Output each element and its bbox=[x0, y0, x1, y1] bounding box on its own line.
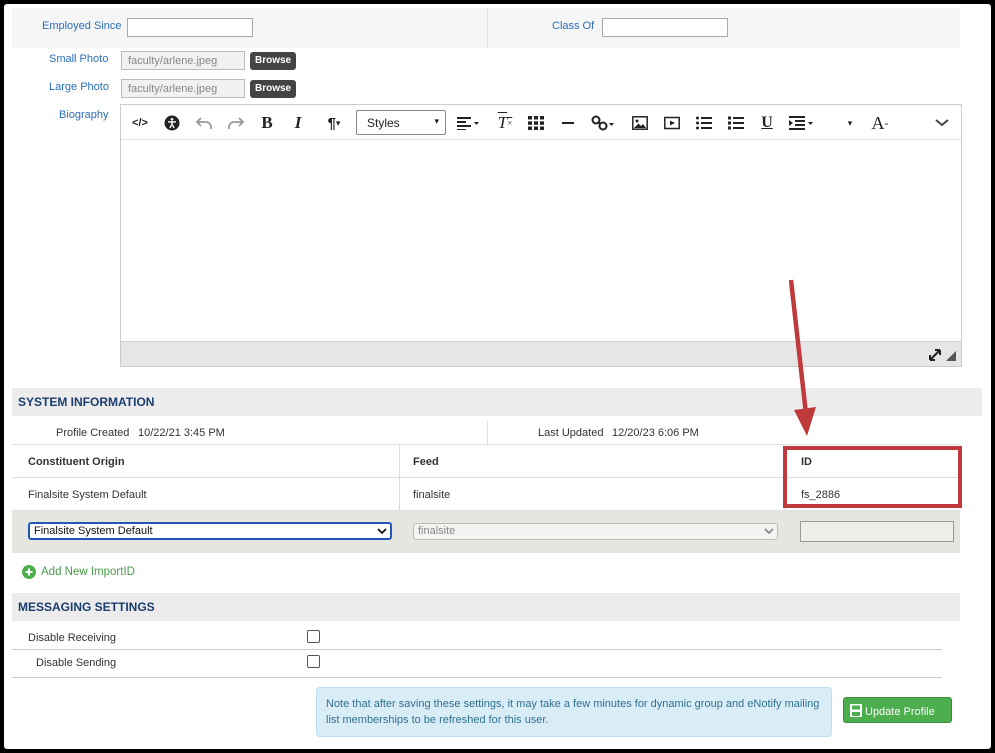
class-of-label: Class Of bbox=[552, 20, 595, 32]
bold-icon[interactable]: B bbox=[259, 113, 275, 132]
column-header-feed: Feed bbox=[413, 456, 439, 468]
chevron-down-icon bbox=[764, 524, 774, 542]
employed-since-label: Employed Since bbox=[42, 20, 122, 32]
align-icon[interactable] bbox=[457, 114, 481, 132]
annotation-arrow bbox=[788, 279, 816, 436]
chevron-down-icon bbox=[377, 524, 387, 542]
update-profile-label: Update Profile bbox=[865, 706, 935, 718]
source-code-icon[interactable]: </> bbox=[131, 114, 149, 132]
video-icon[interactable] bbox=[663, 114, 681, 132]
horizontal-rule-icon[interactable] bbox=[561, 114, 575, 132]
accessibility-icon[interactable] bbox=[163, 114, 181, 132]
editor-content-area[interactable] bbox=[121, 141, 961, 339]
save-icon bbox=[850, 704, 862, 721]
origin-select-value: Finalsite System Default bbox=[34, 525, 153, 537]
column-divider-1 bbox=[399, 445, 400, 511]
numbered-list-icon[interactable] bbox=[727, 114, 745, 132]
chevron-down-icon: ▾ bbox=[434, 116, 439, 126]
disable-sending-label: Disable Sending bbox=[36, 657, 117, 669]
resize-icon[interactable] bbox=[927, 348, 957, 365]
top-row-divider bbox=[487, 8, 488, 48]
undo-icon[interactable] bbox=[195, 114, 213, 132]
profile-form-window: Employed Since Class Of Small Photo facu… bbox=[4, 4, 991, 749]
link-icon[interactable] bbox=[591, 114, 617, 132]
bullet-list-icon[interactable] bbox=[695, 114, 713, 132]
class-of-input[interactable] bbox=[602, 18, 728, 37]
redo-icon[interactable] bbox=[227, 114, 245, 132]
clear-format-icon[interactable]: T × bbox=[497, 113, 513, 132]
italic-icon[interactable]: I bbox=[291, 113, 305, 132]
note-box: Note that after saving these settings, i… bbox=[316, 687, 832, 737]
profile-created-label: Profile Created bbox=[56, 427, 130, 439]
annotation-highlight-box bbox=[783, 446, 962, 508]
row-origin-value: Finalsite System Default bbox=[28, 489, 147, 501]
paragraph-icon[interactable]: ¶ ▾ bbox=[321, 114, 347, 132]
feed-select[interactable]: finalsite bbox=[413, 523, 778, 540]
disable-receiving-label: Disable Receiving bbox=[28, 632, 117, 644]
chevron-down-icon[interactable]: ▾ bbox=[845, 114, 855, 132]
update-profile-button[interactable]: Update Profile bbox=[843, 697, 952, 723]
large-photo-field: faculty/arlene.jpeg bbox=[121, 79, 245, 98]
font-size-icon[interactable]: A- bbox=[867, 113, 893, 133]
system-information-header: SYSTEM INFORMATION bbox=[12, 388, 982, 416]
messaging-row-divider-1 bbox=[12, 649, 942, 650]
biography-editor: </> B I ¶ ▾ Styles ▾ T × U ▾ A - bbox=[120, 104, 962, 367]
large-photo-browse-button[interactable]: Browse bbox=[250, 80, 297, 98]
small-photo-field: faculty/arlene.jpeg bbox=[121, 51, 245, 70]
profile-created-value: 10/22/21 3:45 PM bbox=[138, 427, 225, 439]
add-new-importid-link[interactable]: Add New ImportID bbox=[41, 566, 135, 578]
employed-since-input[interactable] bbox=[127, 18, 253, 37]
more-icon[interactable] bbox=[933, 114, 951, 132]
disable-receiving-checkbox[interactable] bbox=[307, 630, 320, 643]
messaging-settings-header: MESSAGING SETTINGS bbox=[12, 593, 960, 621]
feed-select-value: finalsite bbox=[418, 525, 456, 537]
biography-label: Biography bbox=[59, 109, 109, 121]
last-updated-value: 12/20/23 6:06 PM bbox=[612, 427, 699, 439]
editor-status-bar bbox=[121, 341, 961, 366]
last-updated-label: Last Updated bbox=[538, 427, 604, 439]
underline-icon[interactable]: U bbox=[759, 114, 775, 132]
small-photo-browse-button[interactable]: Browse bbox=[250, 52, 297, 70]
column-header-origin: Constituent Origin bbox=[28, 456, 125, 468]
indent-icon[interactable] bbox=[789, 114, 815, 132]
styles-select-label: Styles bbox=[367, 116, 400, 130]
add-circle-icon[interactable] bbox=[22, 565, 36, 582]
small-photo-label: Small Photo bbox=[49, 53, 109, 65]
large-photo-label: Large Photo bbox=[49, 81, 109, 93]
editor-toolbar: </> B I ¶ ▾ Styles ▾ T × U ▾ A - bbox=[121, 105, 961, 140]
row-feed-value: finalsite bbox=[413, 489, 451, 501]
table-icon[interactable] bbox=[527, 114, 545, 132]
origin-select[interactable]: Finalsite System Default bbox=[28, 522, 392, 540]
image-icon[interactable] bbox=[631, 114, 649, 132]
id-input[interactable] bbox=[800, 521, 954, 542]
disable-sending-checkbox[interactable] bbox=[307, 655, 320, 668]
messaging-row-divider-2 bbox=[12, 677, 942, 678]
styles-select[interactable]: Styles ▾ bbox=[356, 110, 446, 135]
note-text: Note that after saving these settings, i… bbox=[326, 698, 820, 726]
created-updated-divider bbox=[487, 421, 488, 445]
